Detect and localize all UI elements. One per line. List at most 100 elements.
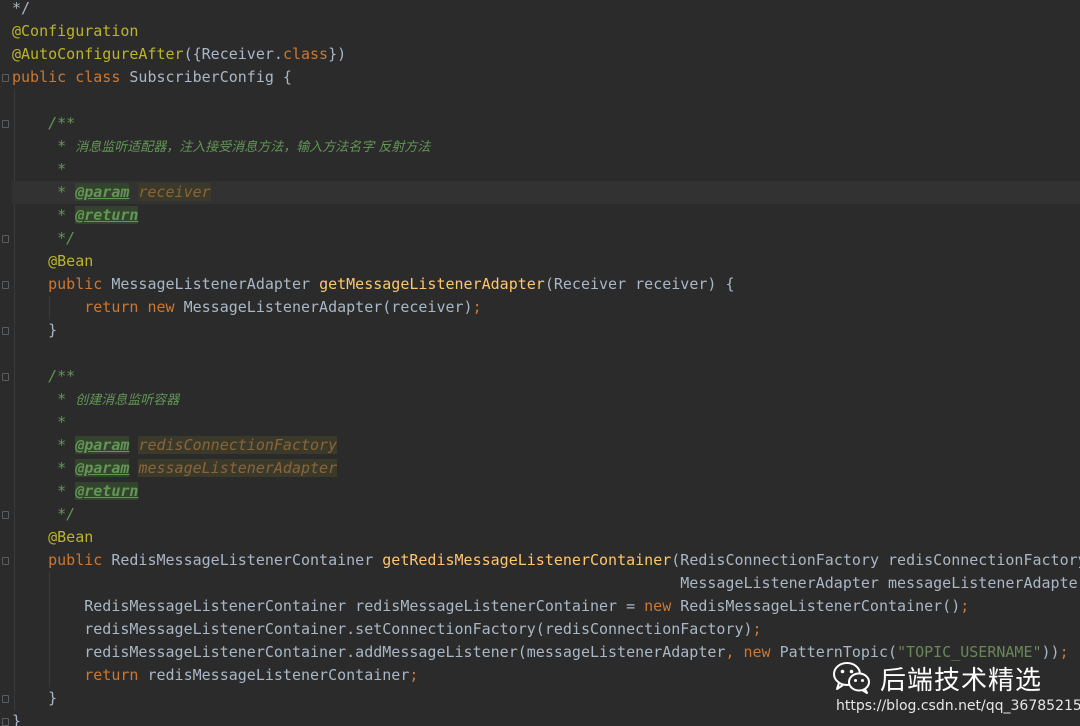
fold-marker-icon[interactable]	[2, 120, 9, 128]
code-line[interactable]: return new MessageListenerAdapter(receiv…	[12, 296, 1080, 319]
code-token: ;	[472, 298, 482, 316]
code-token: *	[12, 390, 76, 408]
code-token: })	[328, 45, 347, 63]
code-line[interactable]: * @param messageListenerAdapter	[12, 457, 1080, 480]
code-line[interactable]: * @return	[12, 204, 1080, 227]
code-token: @param	[75, 459, 130, 477]
code-line[interactable]: *	[12, 158, 1080, 181]
code-token: ;	[1059, 643, 1069, 661]
fold-marker-icon[interactable]	[2, 718, 9, 726]
code-line[interactable]: * @return	[12, 480, 1080, 503]
code-line[interactable]: @Bean	[12, 526, 1080, 549]
code-token: return	[12, 666, 148, 684]
code-line[interactable]: public RedisMessageListenerContainer get…	[12, 549, 1080, 572]
code-token: @Bean	[12, 528, 94, 546]
fold-marker-icon[interactable]	[2, 235, 9, 243]
code-token: */	[12, 229, 76, 247]
watermark-url: https://blog.csdn.net/qq_36785215	[836, 698, 1080, 714]
code-token: */	[12, 0, 31, 17]
code-line[interactable]: * 消息监听适配器，注入接受消息方法，输入方法名字 反射方法	[12, 135, 1080, 158]
code-token: return new	[12, 298, 184, 316]
code-line[interactable]: * @param receiver	[12, 181, 1080, 204]
code-editor[interactable]: */ @Configuration @AutoConfigureAfter({Rec…	[0, 0, 1080, 726]
code-token: *	[12, 436, 76, 454]
code-line[interactable]: public MessageListenerAdapter getMessage…	[12, 273, 1080, 296]
code-token: redisMessageListenerContainer.addMessage…	[12, 643, 726, 661]
code-token: MessageListenerAdapter(receiver)	[183, 298, 473, 316]
code-line[interactable]: @Bean	[12, 250, 1080, 273]
code-token: messageListenerAdapter	[138, 459, 338, 477]
fold-marker-icon[interactable]	[2, 281, 9, 289]
code-line[interactable]: @AutoConfigureAfter({Receiver.class})	[12, 43, 1080, 66]
code-line[interactable]: redisMessageListenerContainer.setConnect…	[12, 618, 1080, 641]
editor-gutter	[0, 0, 12, 726]
fold-marker-icon[interactable]	[2, 373, 9, 381]
code-token: *	[12, 206, 76, 224]
code-token: @Configuration	[12, 22, 139, 40]
code-token: *	[12, 183, 76, 201]
code-token: }	[12, 689, 58, 707]
code-token: redisConnectionFactory	[138, 436, 338, 454]
code-line[interactable]: */	[12, 503, 1080, 526]
code-line[interactable]: /**	[12, 112, 1080, 135]
code-token: *	[12, 482, 76, 500]
code-token: 消息监听适配器，注入接受消息方法，输入方法名字 反射方法	[75, 140, 431, 155]
code-line[interactable]	[12, 342, 1080, 365]
code-line[interactable]: */	[12, 227, 1080, 250]
code-token: , new	[725, 643, 780, 661]
fold-marker-icon[interactable]	[2, 557, 9, 565]
fold-marker-icon[interactable]	[2, 511, 9, 519]
code-token: getRedisMessageListenerContainer	[382, 551, 672, 569]
code-line[interactable]: RedisMessageListenerContainer redisMessa…	[12, 595, 1080, 618]
code-token: receiver	[138, 183, 211, 201]
code-token: SubscriberConfig {	[129, 68, 292, 86]
code-token: public	[12, 551, 112, 569]
code-token: *	[12, 459, 76, 477]
wechat-icon	[833, 662, 870, 694]
code-token: *	[12, 413, 67, 431]
code-token: ({Receiver.	[183, 45, 283, 63]
code-line[interactable]	[12, 89, 1080, 112]
code-line[interactable]: * 创建消息监听容器	[12, 388, 1080, 411]
code-token: @return	[75, 482, 139, 500]
code-token: }	[12, 321, 58, 339]
code-token: 创建消息监听容器	[75, 393, 180, 408]
code-line[interactable]: MessageListenerAdapter messageListenerAd…	[12, 572, 1080, 595]
code-line[interactable]: public class SubscriberConfig {	[12, 66, 1080, 89]
code-token: @return	[75, 206, 139, 224]
code-line[interactable]: }	[12, 319, 1080, 342]
code-token: @param	[75, 436, 130, 454]
code-line[interactable]: @Configuration	[12, 20, 1080, 43]
code-token: }	[12, 712, 22, 726]
code-token: public	[12, 275, 112, 293]
code-token: redisMessageListenerContainer.setConnect…	[12, 620, 753, 638]
code-token: class	[282, 45, 329, 63]
code-token: RedisMessageListenerContainer	[111, 551, 383, 569]
code-token: @Bean	[12, 252, 94, 270]
code-token: */	[12, 505, 76, 523]
code-token: ;	[960, 597, 970, 615]
code-token: MessageListenerAdapter	[111, 275, 320, 293]
code-token: RedisMessageListenerContainer()	[680, 597, 961, 615]
code-token: MessageListenerAdapter messageListenerAd…	[12, 574, 1080, 592]
code-token: (RedisConnectionFactory redisConnectionF…	[671, 551, 1080, 569]
watermark-title: 后端技术精选	[880, 665, 1043, 696]
code-line[interactable]: *	[12, 411, 1080, 434]
fold-marker-icon[interactable]	[2, 74, 9, 82]
code-token: *	[12, 137, 76, 155]
code-token: ;	[752, 620, 762, 638]
code-line[interactable]: */	[12, 0, 1080, 20]
code-token: RedisMessageListenerContainer redisMessa…	[12, 597, 645, 615]
code-token: @param	[75, 183, 130, 201]
fold-marker-icon[interactable]	[2, 695, 9, 703]
code-line[interactable]: * @param redisConnectionFactory	[12, 434, 1080, 457]
code-token: /**	[12, 114, 76, 132]
code-token: new	[644, 597, 681, 615]
fold-marker-icon[interactable]	[2, 327, 9, 335]
code-token: @AutoConfigureAfter	[12, 45, 184, 63]
code-token: public class	[12, 68, 130, 86]
code-token: ))	[1041, 643, 1060, 661]
code-token: redisMessageListenerContainer	[147, 666, 410, 684]
code-line[interactable]: /**	[12, 365, 1080, 388]
code-token: *	[12, 160, 67, 178]
